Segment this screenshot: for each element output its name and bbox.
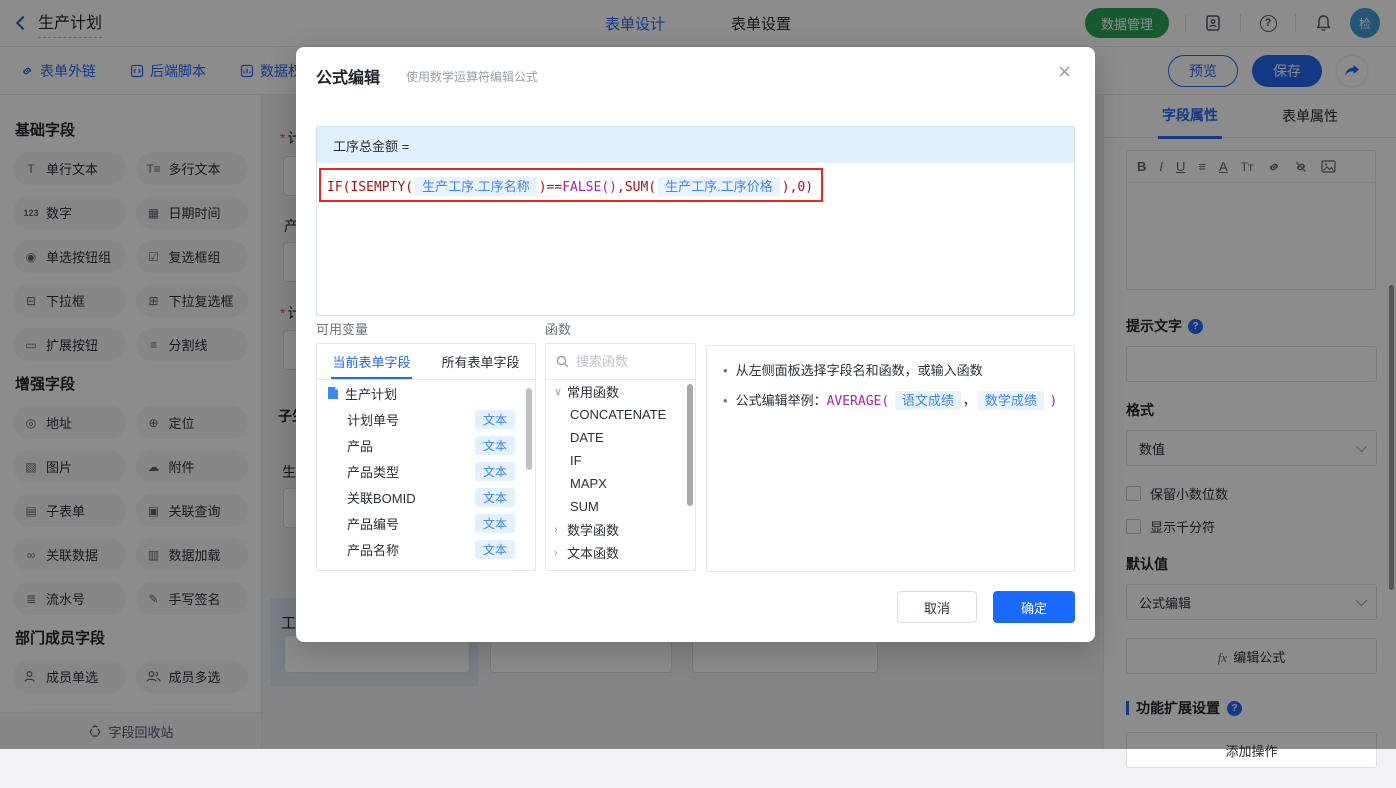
tip-text: 从左侧面板选择字段名和函数，或输入函数 bbox=[735, 363, 983, 378]
variable-field-row[interactable]: 产品编号 文本 bbox=[317, 510, 535, 536]
modal-subtitle: 使用数学运算符编辑公式 bbox=[406, 70, 539, 84]
function-group-common[interactable]: ∨ 常用函数 bbox=[546, 380, 695, 403]
functions-label: 函数 bbox=[545, 322, 572, 337]
tip-example: 公式编辑举例：AVERAGE( 语文成绩，数学成绩 ) bbox=[735, 391, 1058, 410]
function-item-date[interactable]: DATE bbox=[546, 426, 695, 449]
bullet: • bbox=[723, 363, 728, 378]
field-type-badge: 文本 bbox=[474, 487, 515, 507]
formula-operator-token: )== bbox=[538, 179, 563, 195]
tab-current-form-fields[interactable]: 当前表单字段 bbox=[317, 344, 426, 379]
variables-panel: 当前表单字段 所有表单字段 生产计划 计划单号 文本 产品 文本 产品类型 文本 关联… bbox=[316, 343, 536, 571]
variables-root-node[interactable]: 生产计划 bbox=[317, 380, 535, 406]
chevron-collapsed-icon: › bbox=[554, 546, 558, 559]
formula-target-label: 工序总金额 = bbox=[317, 127, 1074, 163]
annotation-red-box: IF(ISEMPTY(生产工序.工序名称)==FALSE(),SUM(生产工序.… bbox=[319, 168, 823, 202]
function-item-concatenate[interactable]: CONCATENATE bbox=[546, 403, 695, 426]
variable-field-row[interactable]: 计划单号 文本 bbox=[317, 406, 535, 432]
close-icon[interactable]: × bbox=[1058, 59, 1071, 85]
variables-scrollbar[interactable] bbox=[526, 388, 532, 470]
function-item-mapx[interactable]: MAPX bbox=[546, 472, 695, 495]
function-item-if[interactable]: IF bbox=[546, 449, 695, 472]
formula-expression[interactable]: IF(ISEMPTY(生产工序.工序名称)==FALSE(),SUM(生产工序.… bbox=[327, 176, 814, 196]
variable-field-row[interactable]: 产品类型 文本 bbox=[317, 458, 535, 484]
formula-constant-token: FALSE() bbox=[562, 179, 617, 195]
confirm-button[interactable]: 确定 bbox=[993, 591, 1075, 623]
field-type-badge: 文本 bbox=[474, 539, 515, 559]
field-type-badge: 文本 bbox=[474, 409, 515, 429]
tab-all-form-fields[interactable]: 所有表单字段 bbox=[426, 344, 535, 379]
functions-scrollbar[interactable] bbox=[687, 384, 693, 506]
cancel-button[interactable]: 取消 bbox=[897, 591, 977, 623]
chevron-collapsed-icon: › bbox=[554, 523, 558, 536]
function-group-math[interactable]: › 数学函数 bbox=[546, 518, 695, 541]
formula-help-panel: • 从左侧面板选择字段名和函数，或输入函数 • 公式编辑举例：AVERAGE( … bbox=[706, 345, 1075, 572]
variables-label: 可用变量 bbox=[316, 322, 369, 337]
function-group-text[interactable]: › 文本函数 bbox=[546, 541, 695, 564]
variable-field-row[interactable]: 关联BOMID 文本 bbox=[317, 484, 535, 510]
field-type-badge: 文本 bbox=[474, 513, 515, 533]
modal-title: 公式编辑 bbox=[316, 70, 381, 87]
formula-editor-modal: 公式编辑 使用数学运算符编辑公式 × 工序总金额 = IF(ISEMPTY(生产… bbox=[296, 47, 1095, 642]
bullet: • bbox=[723, 393, 728, 408]
function-search[interactable] bbox=[546, 344, 695, 380]
formula-function-token: IF(ISEMPTY( bbox=[327, 179, 414, 195]
variable-field-row[interactable]: 产品 文本 bbox=[317, 432, 535, 458]
form-doc-icon bbox=[327, 386, 339, 400]
variable-field-row[interactable]: 产品名称 文本 bbox=[317, 536, 535, 562]
formula-editor-area[interactable]: 工序总金额 = IF(ISEMPTY(生产工序.工序名称)==FALSE(),S… bbox=[316, 126, 1075, 316]
example-field-chip: 数学成绩 bbox=[977, 391, 1044, 410]
field-chip[interactable]: 生产工序.工序名称 bbox=[415, 176, 537, 196]
formula-literal-token: ),0) bbox=[781, 179, 814, 195]
field-type-badge: 文本 bbox=[474, 461, 515, 481]
field-chip[interactable]: 生产工序.工序价格 bbox=[658, 176, 780, 196]
function-search-input[interactable] bbox=[576, 354, 676, 369]
search-icon bbox=[556, 355, 569, 368]
example-function-token: AVERAGE( bbox=[826, 394, 890, 409]
formula-function-token: ,SUM( bbox=[617, 179, 657, 195]
chevron-expanded-icon: ∨ bbox=[554, 386, 563, 398]
function-item-sum[interactable]: SUM bbox=[546, 495, 695, 518]
example-field-chip: 语文成绩 bbox=[894, 391, 961, 410]
functions-panel: ∨常用函数 CONCATENATE DATE IF MAPX SUM ›数学函数… bbox=[545, 343, 696, 571]
field-type-badge: 文本 bbox=[474, 435, 515, 455]
